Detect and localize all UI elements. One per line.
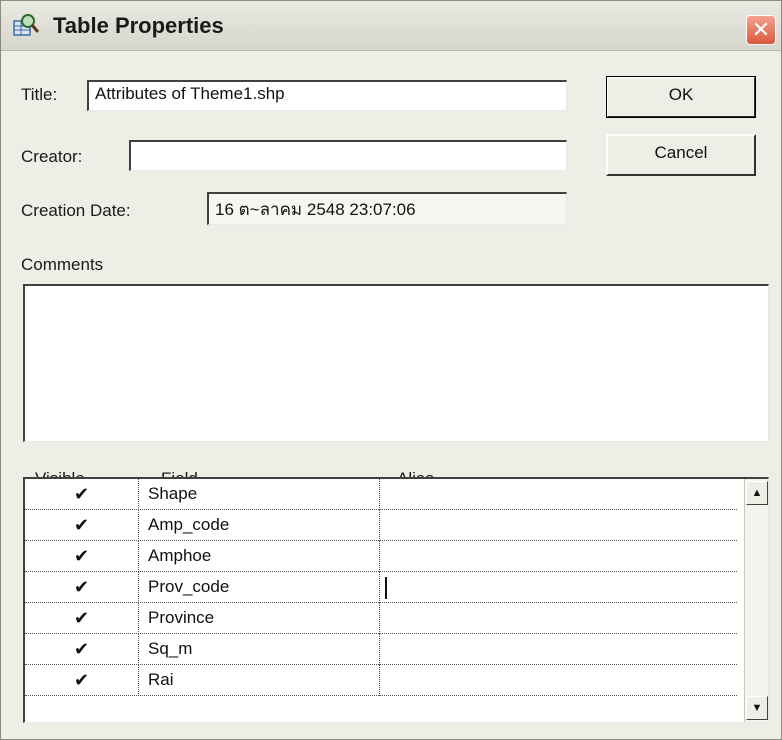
field-name-cell: Amphoe (140, 541, 380, 572)
field-name-cell: Province (140, 603, 380, 634)
fields-grid: ✔ Shape ✔ Amp_code ✔ Amphoe ✔ Prov_code … (23, 477, 769, 723)
close-button[interactable]: ✕ (746, 15, 776, 45)
field-name-cell: Prov_code (140, 572, 380, 603)
comments-label: Comments (21, 255, 104, 274)
title-label: Title: (21, 85, 58, 104)
creation-date-field: 16 ต~ลาคม 2548 23:07:06 (207, 192, 567, 225)
creator-input[interactable] (129, 140, 567, 171)
text-caret (385, 576, 387, 599)
alias-cell[interactable] (381, 510, 737, 541)
table-magnifier-icon (13, 14, 39, 36)
visible-checkbox[interactable]: ✔ (25, 634, 139, 665)
ok-button[interactable]: OK (606, 76, 756, 118)
table-row[interactable]: ✔ Rai (25, 665, 737, 696)
alias-cell[interactable] (381, 479, 737, 510)
checkmark-icon: ✔ (73, 484, 90, 504)
table-row[interactable]: ✔ Amp_code (25, 510, 737, 541)
alias-cell[interactable] (381, 634, 737, 665)
table-row[interactable]: ✔ Province (25, 603, 737, 634)
alias-cell[interactable] (381, 541, 737, 572)
visible-checkbox[interactable]: ✔ (25, 510, 139, 541)
dialog-title: Table Properties (53, 13, 224, 38)
table-properties-dialog: Table Properties ✕ Title: Attributes of … (0, 0, 782, 740)
title-input[interactable]: Attributes of Theme1.shp (87, 80, 567, 111)
cancel-button[interactable]: Cancel (606, 134, 756, 176)
visible-checkbox[interactable]: ✔ (25, 665, 139, 696)
field-name-cell: Shape (140, 479, 380, 510)
table-row[interactable]: ✔ Amphoe (25, 541, 737, 572)
field-name-cell: Rai (140, 665, 380, 696)
alias-cell[interactable] (381, 603, 737, 634)
checkmark-icon: ✔ (73, 577, 90, 597)
table-row[interactable]: ✔ Prov_code (25, 572, 737, 603)
table-row[interactable]: ✔ Shape (25, 479, 737, 510)
creation-date-label: Creation Date: (21, 201, 131, 220)
checkmark-icon: ✔ (73, 608, 90, 628)
field-name-cell: Amp_code (140, 510, 380, 541)
table-row[interactable]: ✔ Sq_m (25, 634, 737, 665)
scroll-down-icon[interactable]: ▼ (746, 696, 768, 720)
alias-cell[interactable] (381, 665, 737, 696)
checkmark-icon: ✔ (73, 670, 90, 690)
grid-scrollbar[interactable]: ▲ ▼ (744, 479, 768, 722)
visible-checkbox[interactable]: ✔ (25, 541, 139, 572)
scroll-up-icon[interactable]: ▲ (746, 481, 768, 505)
visible-checkbox[interactable]: ✔ (25, 572, 139, 603)
checkmark-icon: ✔ (73, 639, 90, 659)
comments-textarea[interactable] (23, 284, 769, 442)
checkmark-icon: ✔ (73, 515, 90, 535)
visible-checkbox[interactable]: ✔ (25, 603, 139, 634)
title-bar[interactable]: Table Properties ✕ (1, 1, 781, 51)
creator-label: Creator: (21, 147, 83, 166)
alias-cell-editing[interactable] (381, 572, 737, 603)
field-name-cell: Sq_m (140, 634, 380, 665)
visible-checkbox[interactable]: ✔ (25, 479, 139, 510)
checkmark-icon: ✔ (73, 546, 90, 566)
